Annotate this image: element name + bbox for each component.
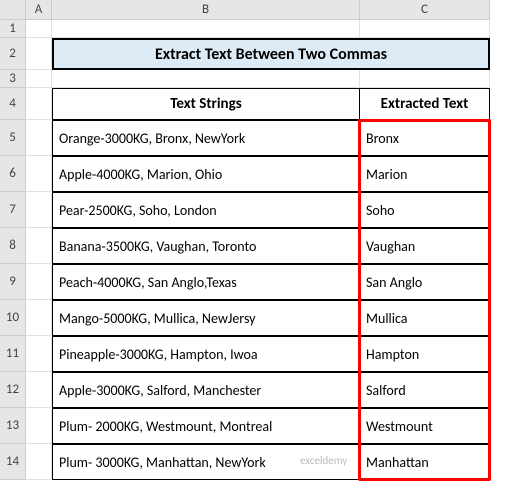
- cell-a7[interactable]: [26, 192, 52, 228]
- cell-b9[interactable]: Peach-4000KG, San Anglo,Texas: [52, 264, 360, 300]
- row-header-13[interactable]: 13: [0, 408, 26, 444]
- cell-c13[interactable]: Westmount: [359, 408, 490, 444]
- row-header-11[interactable]: 11: [0, 336, 26, 372]
- cell-a12[interactable]: [26, 372, 52, 408]
- cell-text: Plum- 3000KG, Manhattan, NewYork: [59, 454, 266, 471]
- row-header-14[interactable]: 14: [0, 444, 26, 480]
- cell-text: Banana-3500KG, Vaughan, Toronto: [59, 238, 256, 255]
- cell-b5[interactable]: Orange-3000KG, Bronx, NewYork: [52, 120, 360, 156]
- row-header-1[interactable]: 1: [0, 20, 26, 38]
- cell-text: Orange-3000KG, Bronx, NewYork: [59, 130, 245, 147]
- cell-a8[interactable]: [26, 228, 52, 264]
- cell-c9[interactable]: San Anglo: [359, 264, 490, 300]
- cell-text: Apple-3000KG, Salford, Manchester: [59, 382, 261, 399]
- cell-c3[interactable]: [360, 70, 490, 88]
- cell-c14[interactable]: Manhattan: [359, 444, 490, 480]
- cell-text: Salford: [366, 382, 406, 399]
- row-header-12[interactable]: 12: [0, 372, 26, 408]
- cell-text: Plum- 2000KG, Westmount, Montreal: [59, 418, 272, 435]
- cell-text: Manhattan: [366, 454, 429, 471]
- row-header-7[interactable]: 7: [0, 192, 26, 228]
- cell-a10[interactable]: [26, 300, 52, 336]
- row-header-8[interactable]: 8: [0, 228, 26, 264]
- cell-b14[interactable]: Plum- 3000KG, Manhattan, NewYork: [52, 444, 360, 480]
- cell-a1[interactable]: [26, 20, 52, 38]
- cell-b8[interactable]: Banana-3500KG, Vaughan, Toronto: [52, 228, 360, 264]
- cell-text: Mullica: [366, 310, 407, 327]
- row-header-2[interactable]: 2: [0, 38, 26, 70]
- row-header-3[interactable]: 3: [0, 70, 26, 88]
- cell-a9[interactable]: [26, 264, 52, 300]
- cell-a11[interactable]: [26, 336, 52, 372]
- cell-text: Pear-2500KG, Soho, London: [59, 202, 217, 219]
- cell-text: Soho: [366, 202, 395, 219]
- cell-c12[interactable]: Salford: [359, 372, 490, 408]
- cell-c10[interactable]: Mullica: [359, 300, 490, 336]
- cell-text: Bronx: [366, 130, 399, 147]
- cell-b13[interactable]: Plum- 2000KG, Westmount, Montreal: [52, 408, 360, 444]
- header-extracted-text[interactable]: Extracted Text: [359, 88, 490, 120]
- row-header-10[interactable]: 10: [0, 300, 26, 336]
- cell-text: Peach-4000KG, San Anglo,Texas: [59, 274, 237, 291]
- cell-text: Mango-5000KG, Mullica, NewJersy: [59, 310, 256, 327]
- cell-c6[interactable]: Marion: [359, 156, 490, 192]
- cell-text: Westmount: [366, 418, 433, 435]
- title-cell[interactable]: Extract Text Between Two Commas: [52, 38, 490, 70]
- cell-text: Marion: [366, 166, 408, 183]
- cell-a3[interactable]: [26, 70, 52, 88]
- header-b-label: Text Strings: [170, 95, 241, 113]
- col-header-c[interactable]: C: [360, 0, 490, 20]
- cell-b10[interactable]: Mango-5000KG, Mullica, NewJersy: [52, 300, 360, 336]
- cell-text: Hampton: [366, 346, 419, 363]
- row-header-9[interactable]: 9: [0, 264, 26, 300]
- cell-a14[interactable]: [26, 444, 52, 480]
- cell-b11[interactable]: Pineapple-3000KG, Hampton, Iwoa: [52, 336, 360, 372]
- header-text-strings[interactable]: Text Strings: [52, 88, 360, 120]
- cell-text: San Anglo: [366, 274, 422, 291]
- cell-text: Apple-4000KG, Marion, Ohio: [59, 166, 222, 183]
- col-header-b[interactable]: B: [52, 0, 360, 20]
- spreadsheet: A B C 1 2 3 4 5 6 7 8 9 10 11 12 13 14 E…: [0, 0, 506, 500]
- cell-text: Pineapple-3000KG, Hampton, Iwoa: [59, 346, 258, 363]
- cell-c5[interactable]: Bronx: [359, 120, 490, 156]
- header-c-label: Extracted Text: [381, 95, 469, 113]
- cell-b7[interactable]: Pear-2500KG, Soho, London: [52, 192, 360, 228]
- cell-b3[interactable]: [52, 70, 360, 88]
- cell-a4[interactable]: [26, 88, 52, 120]
- cell-a2[interactable]: [26, 38, 52, 70]
- col-header-a[interactable]: A: [26, 0, 52, 20]
- cell-text: Vaughan: [366, 238, 415, 255]
- cell-a13[interactable]: [26, 408, 52, 444]
- row-header-4[interactable]: 4: [0, 88, 26, 120]
- cell-a5[interactable]: [26, 120, 52, 156]
- cell-c7[interactable]: Soho: [359, 192, 490, 228]
- cell-a6[interactable]: [26, 156, 52, 192]
- cell-c1[interactable]: [360, 20, 490, 38]
- cell-c8[interactable]: Vaughan: [359, 228, 490, 264]
- row-header-5[interactable]: 5: [0, 120, 26, 156]
- select-all-corner[interactable]: [0, 0, 26, 20]
- row-header-6[interactable]: 6: [0, 156, 26, 192]
- cell-b1[interactable]: [52, 20, 360, 38]
- title-text: Extract Text Between Two Commas: [155, 45, 387, 64]
- cell-b12[interactable]: Apple-3000KG, Salford, Manchester: [52, 372, 360, 408]
- cell-c11[interactable]: Hampton: [359, 336, 490, 372]
- cell-b6[interactable]: Apple-4000KG, Marion, Ohio: [52, 156, 360, 192]
